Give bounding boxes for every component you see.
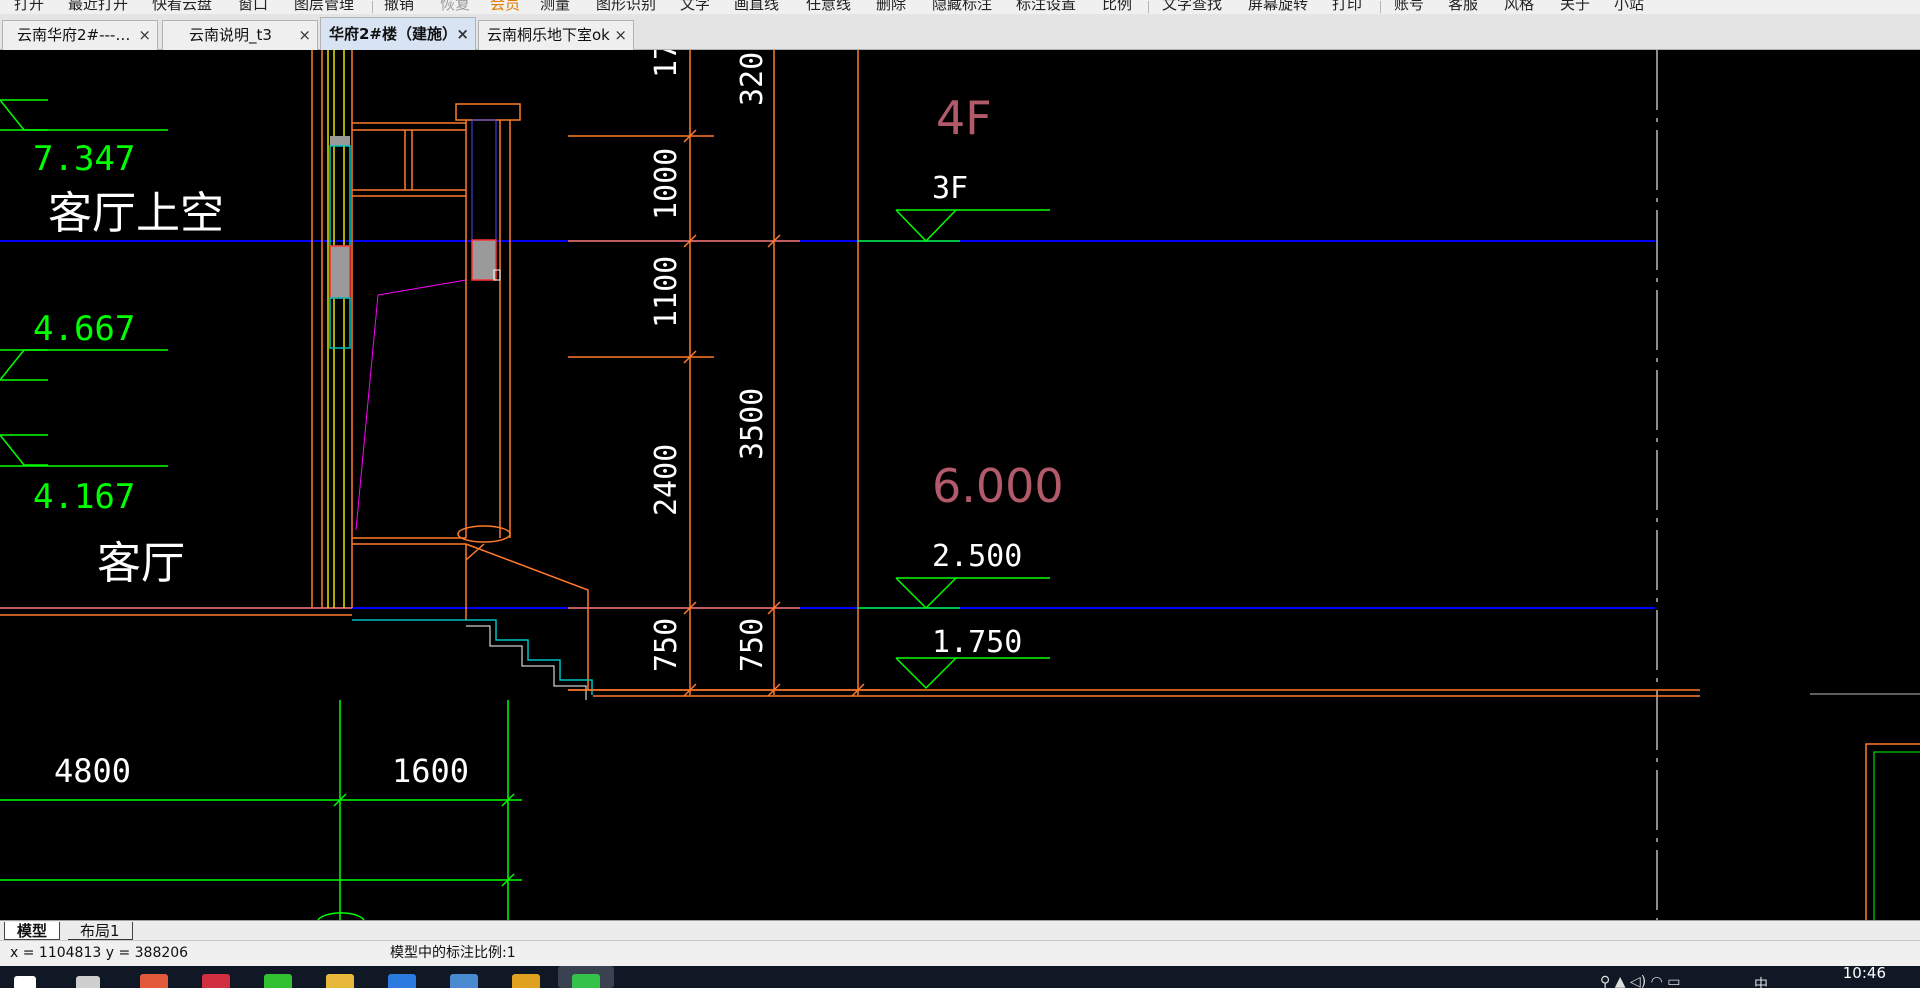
- document-tab-bar: 云南华府2#---… × 云南说明_t3 × 华府2#楼（建施） × 云南桐乐地…: [0, 14, 1920, 50]
- menu-rotate[interactable]: 屏幕旋转: [1248, 0, 1308, 12]
- menu-cloud[interactable]: 快看云盘: [152, 0, 212, 12]
- layout-tab-bar: 模型 布局1: [0, 920, 1920, 940]
- elevation-marks-right: [858, 209, 1050, 690]
- tab-doc-3[interactable]: 华府2#楼（建施） ×: [320, 17, 476, 50]
- grid-bubble: [317, 912, 365, 920]
- dim-1100: 1100: [649, 256, 684, 328]
- dimension-chain: [568, 50, 880, 695]
- cursor-coordinates: x = 1104813 y = 388206: [10, 945, 189, 961]
- stair-outline: [466, 625, 587, 700]
- menu-recognize[interactable]: 图形识别: [596, 0, 656, 12]
- cad-drawing: 7.347 客厅上空 4.667 4.167 客厅 17 3200 1000 1…: [0, 50, 1920, 920]
- tab-label: 华府2#楼（建施）: [329, 25, 458, 43]
- app-icon-2[interactable]: [202, 974, 230, 988]
- menu-recent[interactable]: 最近打开: [68, 0, 128, 12]
- floor-4f: 4F: [936, 91, 992, 145]
- elev-1750: 1.750: [932, 625, 1022, 660]
- menu-hide-dims[interactable]: 隐藏标注: [932, 0, 992, 12]
- tab-label: 云南华府2#---…: [17, 26, 131, 44]
- menu-window[interactable]: 窗口: [238, 0, 268, 12]
- menu-dim-settings[interactable]: 标注设置: [1016, 0, 1076, 12]
- menu-find-text[interactable]: 文字查找: [1162, 0, 1222, 12]
- taskbar: ⚲ ▲ ◁) ◠ ▭ 中 10:46: [0, 966, 1920, 988]
- menu-layers[interactable]: 图层管理: [294, 0, 354, 12]
- menu-about[interactable]: 关于: [1560, 0, 1590, 12]
- tab-doc-2[interactable]: 云南说明_t3 ×: [162, 20, 318, 50]
- close-icon[interactable]: ×: [614, 21, 627, 49]
- app-icon-4[interactable]: [388, 974, 416, 988]
- annotation-scale: 模型中的标注比例:1: [390, 945, 516, 961]
- drawing-canvas[interactable]: 7.347 客厅上空 4.667 4.167 客厅 17 3200 1000 1…: [0, 50, 1920, 920]
- menu-text[interactable]: 文字: [680, 0, 710, 12]
- menu-separator: [1148, 1, 1149, 13]
- tab-layout1[interactable]: 布局1: [68, 922, 133, 940]
- app-icon-1[interactable]: [140, 974, 168, 988]
- dim-1000: 1000: [649, 148, 684, 220]
- windows-start-icon[interactable]: [14, 976, 36, 988]
- menu-bar: 打开 最近打开 快看云盘 窗口 图层管理 撤销 恢复 会员 测量 图形识别 文字…: [0, 0, 1920, 14]
- elev-4167: 4.167: [33, 477, 135, 517]
- dim-2400: 2400: [649, 444, 684, 516]
- menu-line[interactable]: 画直线: [734, 0, 779, 12]
- menu-print[interactable]: 打印: [1332, 0, 1362, 12]
- app-icon-5[interactable]: [450, 974, 478, 988]
- menu-separator: [1380, 1, 1381, 13]
- dim-750b: 750: [735, 618, 770, 672]
- tab-label: 云南桐乐地下室ok: [487, 26, 610, 44]
- search-icon[interactable]: [76, 976, 100, 988]
- frame-rect-inner: [1873, 751, 1920, 920]
- status-bar: x = 1104813 y = 388206 模型中的标注比例:1: [0, 940, 1920, 966]
- dim-4800: 4800: [54, 752, 131, 790]
- horizontal-dimension: [0, 700, 522, 920]
- wall-section: [311, 50, 467, 621]
- menu-redo[interactable]: 恢复: [440, 0, 470, 12]
- menu-polyline[interactable]: 任意线: [806, 0, 851, 12]
- wechat-icon[interactable]: [572, 974, 600, 988]
- ime-indicator[interactable]: 中: [1754, 974, 1768, 988]
- menu-separator: [372, 1, 373, 13]
- column-section: [455, 103, 589, 690]
- tab-model[interactable]: 模型: [4, 922, 61, 940]
- folder-icon[interactable]: [326, 974, 354, 988]
- clock[interactable]: 10:46: [1843, 966, 1886, 982]
- menu-style[interactable]: 风格: [1504, 0, 1534, 12]
- elev-7347: 7.347: [33, 139, 135, 179]
- elev-6000: 3F: [932, 171, 968, 206]
- elev-2500: 2.500: [932, 539, 1022, 574]
- room-living-void: 客厅上空: [48, 188, 224, 239]
- tray-icons[interactable]: ⚲ ▲ ◁) ◠ ▭: [1600, 974, 1681, 988]
- tab-doc-4[interactable]: 云南桐乐地下室ok ×: [478, 20, 634, 50]
- menu-vip[interactable]: 会员: [490, 0, 520, 12]
- elev-4667: 4.667: [33, 309, 135, 349]
- room-living: 客厅: [97, 538, 185, 589]
- close-icon[interactable]: ×: [298, 21, 311, 49]
- close-icon[interactable]: ×: [456, 18, 469, 50]
- close-icon[interactable]: ×: [138, 21, 151, 49]
- dim-1600: 1600: [392, 752, 469, 790]
- menu-site[interactable]: 小站: [1614, 0, 1644, 12]
- menu-open[interactable]: 打开: [14, 0, 44, 12]
- pdf-icon[interactable]: [512, 974, 540, 988]
- tab-label: 云南说明_t3: [189, 26, 272, 44]
- menu-account[interactable]: 账号: [1394, 0, 1424, 12]
- stair: [466, 619, 593, 695]
- dim-17: 17: [649, 50, 684, 78]
- tab-doc-1[interactable]: 云南华府2#---… ×: [2, 20, 158, 50]
- dim-750a: 750: [649, 618, 684, 672]
- menu-undo[interactable]: 撤销: [384, 0, 414, 12]
- app-icon-3[interactable]: [264, 974, 292, 988]
- floor-3f: 6.000: [932, 459, 1064, 513]
- menu-scale[interactable]: 比例: [1102, 0, 1132, 12]
- menu-support[interactable]: 客服: [1448, 0, 1478, 12]
- floor-slab: [0, 607, 1700, 697]
- menu-delete[interactable]: 删除: [876, 0, 906, 12]
- menu-measure[interactable]: 测量: [540, 0, 570, 12]
- dim-3500: 3500: [735, 388, 770, 460]
- dim-3200: 3200: [735, 50, 770, 106]
